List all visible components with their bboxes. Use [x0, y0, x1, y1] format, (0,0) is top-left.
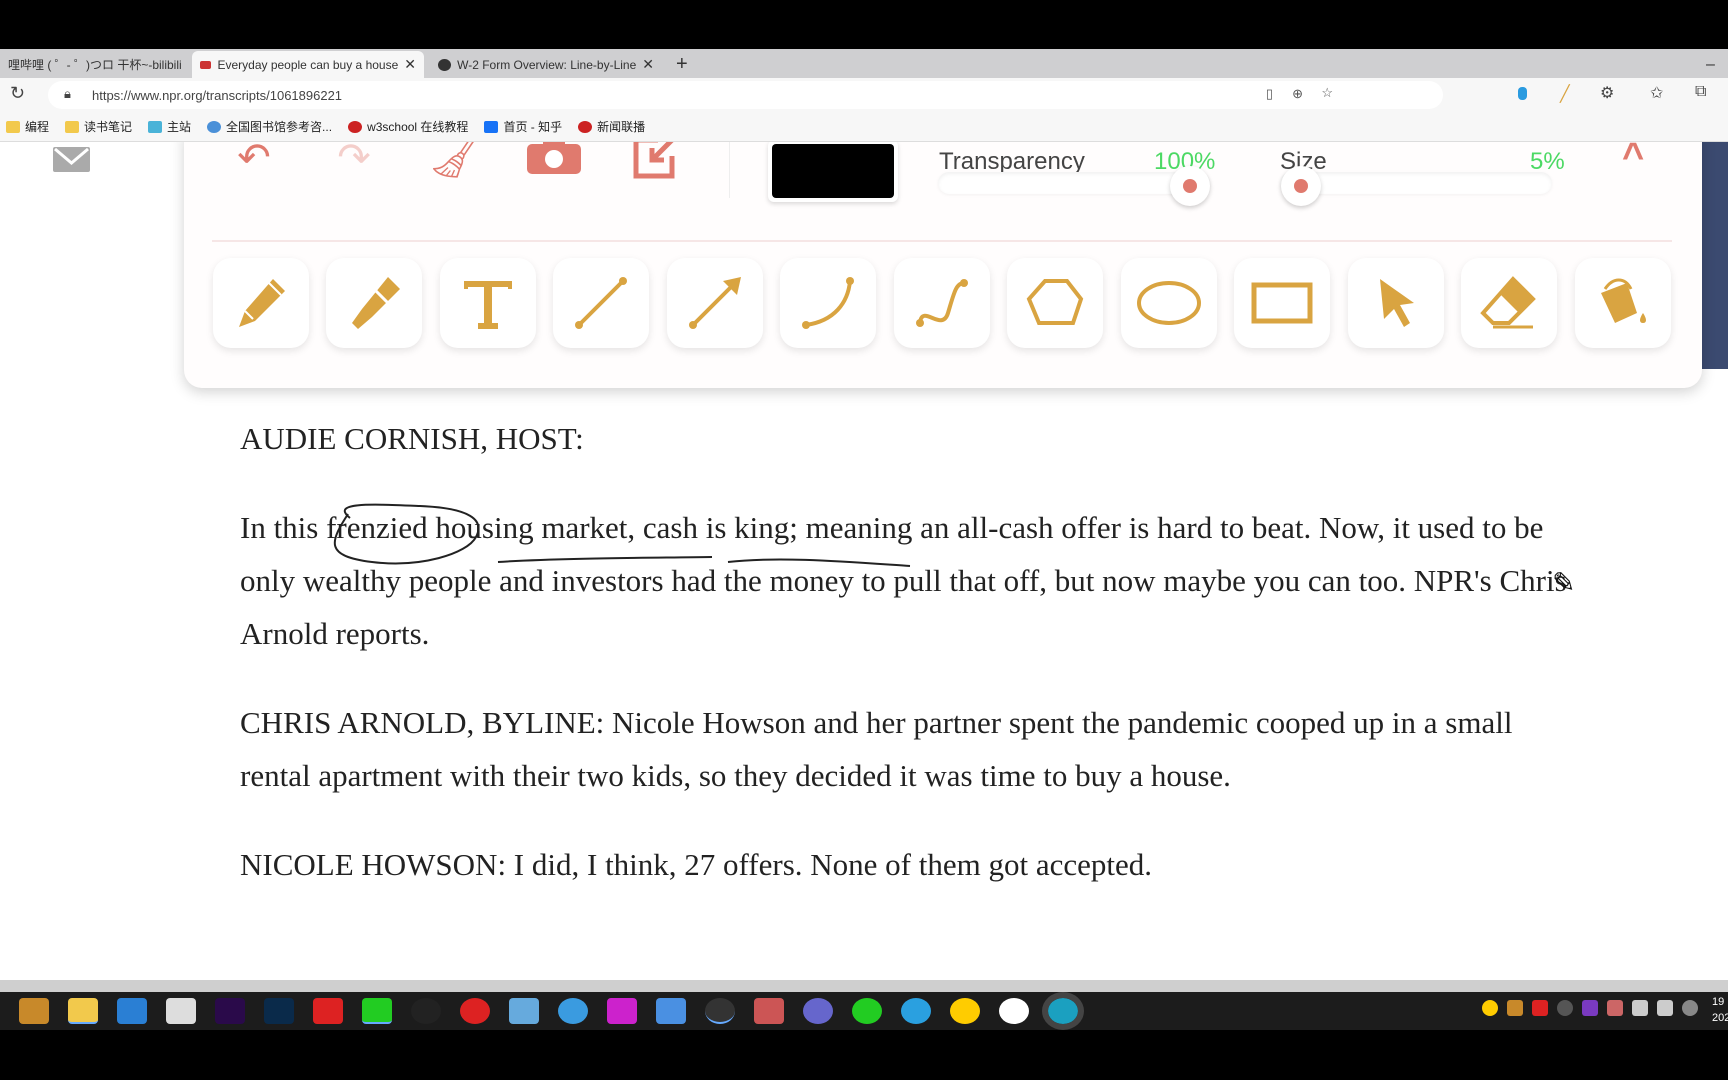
w3school-icon: [348, 120, 363, 133]
obs-icon[interactable]: [705, 998, 735, 1024]
app-icon[interactable]: [754, 998, 784, 1024]
tray-icon[interactable]: [1532, 1000, 1548, 1016]
app-icon[interactable]: [607, 998, 637, 1024]
ink-circle: [333, 503, 480, 565]
bookmark-item[interactable]: 编程: [6, 118, 49, 135]
netease-music-icon[interactable]: [460, 998, 490, 1024]
page-content: ↶ ↷ 🧹︎ Transparency 100% Size 5% ^ AUDIE…: [0, 142, 1728, 980]
onenote-icon[interactable]: [1582, 1000, 1598, 1016]
folder-icon: [6, 120, 20, 133]
lock-icon[interactable]: 🔒︎: [64, 86, 71, 102]
extension-icon[interactable]: [1518, 87, 1527, 100]
bookmark-item[interactable]: 新闻联播: [578, 118, 645, 135]
bookmark-item[interactable]: 读书笔记: [65, 118, 132, 135]
app-icon[interactable]: [901, 998, 931, 1024]
premiere-icon[interactable]: [215, 998, 245, 1024]
volume-icon[interactable]: [1632, 1000, 1648, 1016]
qq-icon[interactable]: [411, 998, 441, 1024]
cctv-icon: [578, 120, 593, 133]
favorite-add-icon[interactable]: ☆: [1321, 85, 1333, 101]
taskbar: 19 202: [0, 992, 1728, 1030]
edge-icon[interactable]: [1042, 992, 1084, 1030]
pencil-cursor-icon: ✎: [1552, 567, 1576, 598]
telegram-icon[interactable]: [558, 998, 588, 1024]
bilibili-icon: [148, 120, 163, 133]
collections-icon[interactable]: ⧉: [1695, 83, 1706, 101]
tray-icon[interactable]: [1607, 1000, 1623, 1016]
ink-underline: [727, 558, 911, 567]
close-icon[interactable]: ✕: [404, 56, 416, 73]
app-icon[interactable]: [803, 998, 833, 1024]
tray-icon[interactable]: [1507, 1000, 1523, 1016]
ink-annotations: [333, 503, 911, 567]
bookmark-item[interactable]: w3school 在线教程: [348, 118, 468, 135]
bookmark-item[interactable]: 主站: [148, 118, 191, 135]
app-icon[interactable]: [999, 998, 1029, 1024]
youdao-icon[interactable]: [313, 998, 343, 1024]
paint-extension-icon[interactable]: ╱: [1560, 84, 1570, 104]
obs-tray-icon[interactable]: [1557, 1000, 1573, 1016]
tab-bar: 哩哔哩 ( ゜- ゜)つロ 干杯~-bilibili✕ Everyday peo…: [0, 49, 1728, 78]
read-aloud-icon[interactable]: ▯: [1266, 86, 1273, 102]
url-input[interactable]: 🔒︎ https://www.npr.org/transcripts/10618…: [48, 81, 1443, 109]
tab-bilibili[interactable]: 哩哔哩 ( ゜- ゜)つロ 干杯~-bilibili✕: [0, 51, 188, 78]
app-icon[interactable]: [656, 998, 686, 1024]
start-icon[interactable]: [19, 998, 49, 1024]
photoshop-icon[interactable]: [264, 998, 294, 1024]
file-explorer-icon[interactable]: [68, 998, 98, 1024]
app-icon[interactable]: [509, 998, 539, 1024]
minimize-button[interactable]: –: [1698, 51, 1723, 78]
tray-icon[interactable]: [1482, 1000, 1498, 1016]
extensions-icon[interactable]: ⚙: [1600, 83, 1614, 103]
zhihu-icon: [484, 120, 499, 133]
new-tab-button[interactable]: +: [668, 51, 696, 78]
tray-icon[interactable]: [1682, 1000, 1698, 1016]
horizontal-scrollbar[interactable]: [0, 980, 1728, 992]
wechat-icon[interactable]: [852, 998, 882, 1024]
address-bar: ↻ 🔒︎ https://www.npr.org/transcripts/106…: [0, 78, 1728, 112]
network-icon[interactable]: [1657, 1000, 1673, 1016]
zoom-icon[interactable]: ⊕: [1292, 86, 1303, 102]
refresh-icon[interactable]: ↻: [10, 83, 25, 104]
npr-favicon-icon: [200, 60, 212, 69]
folder-icon: [65, 120, 80, 133]
site-favicon-icon: [438, 58, 452, 71]
bookmark-item[interactable]: 全国图书馆参考咨...: [207, 118, 332, 135]
clock[interactable]: 19 202: [1712, 994, 1728, 1026]
system-tray: [1482, 1000, 1698, 1016]
tab-w2[interactable]: W-2 Form Overview: Line-by-Line ✕: [430, 51, 662, 78]
ink-underline: [497, 556, 713, 563]
ie-icon: [207, 120, 222, 133]
close-icon[interactable]: ✕: [642, 56, 654, 73]
app-icon[interactable]: [950, 998, 980, 1024]
bookmarks-bar: 编程 读书笔记 主站 全国图书馆参考咨... w3school 在线教程 首页 …: [0, 112, 1728, 142]
tab-npr[interactable]: Everyday people can buy a house ✕: [192, 51, 424, 78]
vscode-icon[interactable]: [117, 998, 147, 1024]
favorites-icon[interactable]: ✩: [1650, 83, 1663, 103]
app-icon[interactable]: [166, 998, 196, 1024]
pycharm-icon[interactable]: [362, 998, 392, 1024]
bookmark-item[interactable]: 首页 - 知乎: [484, 118, 562, 135]
